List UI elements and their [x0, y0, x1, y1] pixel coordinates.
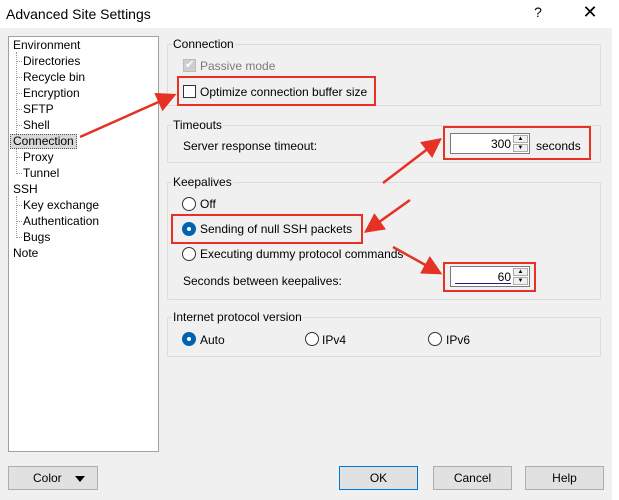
tree-line — [16, 148, 17, 172]
chevron-down-icon — [75, 476, 85, 482]
tree-item-encryption[interactable]: Encryption — [21, 86, 82, 101]
tree-item-environment[interactable]: Environment — [11, 38, 82, 53]
window-title: Advanced Site Settings — [6, 6, 151, 22]
focus-underline — [455, 283, 511, 284]
close-icon[interactable]: ✕ — [578, 2, 602, 24]
ip-v6-radio[interactable] — [428, 332, 442, 346]
ip-v4-label[interactable]: IPv4 — [322, 333, 346, 347]
ip-version-group-title: Internet protocol version — [172, 310, 303, 324]
passive-mode-checkbox[interactable] — [183, 58, 196, 72]
color-button-label: Color — [33, 471, 62, 485]
spin-buttons: ▲ ▼ — [513, 268, 528, 285]
keepalive-off-radio[interactable] — [182, 197, 196, 211]
help-button[interactable]: Help — [525, 466, 604, 490]
spin-down-icon[interactable]: ▼ — [513, 144, 528, 152]
ip-v4-radio[interactable] — [305, 332, 319, 346]
keepalive-interval-stepper[interactable]: 60 ▲ ▼ — [450, 266, 530, 287]
keepalive-interval-label: Seconds between keepalives: — [183, 274, 342, 288]
tree-item-authentication[interactable]: Authentication — [21, 214, 101, 229]
tree-item-bugs[interactable]: Bugs — [21, 230, 52, 245]
cancel-button[interactable]: Cancel — [433, 466, 512, 490]
tree-line — [16, 52, 17, 140]
ip-auto-radio[interactable] — [182, 332, 196, 346]
tree-item-ssh[interactable]: SSH — [11, 182, 40, 197]
tree-item-note[interactable]: Note — [11, 246, 40, 261]
ok-button[interactable]: OK — [339, 466, 418, 490]
tree-item-sftp[interactable]: SFTP — [21, 102, 56, 117]
tree-item-shell[interactable]: Shell — [21, 118, 52, 133]
spin-down-icon[interactable]: ▼ — [513, 277, 528, 285]
tree-item-directories[interactable]: Directories — [21, 54, 82, 69]
seconds-unit-label: seconds — [536, 139, 581, 153]
timeouts-group-title: Timeouts — [172, 118, 223, 132]
keepalive-interval-value: 60 — [497, 270, 511, 284]
help-icon[interactable]: ? — [528, 4, 548, 24]
tree-item-key-exchange[interactable]: Key exchange — [21, 198, 101, 213]
keepalive-null-packets-radio[interactable] — [182, 222, 196, 236]
tree-item-connection[interactable]: Connection — [10, 134, 77, 149]
spin-up-icon[interactable]: ▲ — [513, 268, 528, 276]
title-bar: Advanced Site Settings ? ✕ — [0, 0, 619, 28]
ip-v6-label[interactable]: IPv6 — [446, 333, 470, 347]
tree-item-recycle-bin[interactable]: Recycle bin — [21, 70, 87, 85]
optimize-buffer-checkbox[interactable] — [183, 85, 196, 98]
keepalive-off-label[interactable]: Off — [200, 197, 216, 211]
tree-item-proxy[interactable]: Proxy — [21, 150, 56, 165]
server-timeout-stepper[interactable]: 300 ▲ ▼ — [450, 133, 530, 154]
keepalive-dummy-commands-label[interactable]: Executing dummy protocol commands — [200, 247, 403, 261]
connection-group-title: Connection — [172, 37, 235, 51]
ip-auto-label[interactable]: Auto — [200, 333, 225, 347]
settings-tree[interactable]: Environment Directories Recycle bin Encr… — [8, 36, 159, 452]
color-dropdown-button[interactable]: Color — [8, 466, 98, 490]
spin-up-icon[interactable]: ▲ — [513, 135, 528, 143]
keepalive-null-packets-label[interactable]: Sending of null SSH packets — [200, 222, 352, 236]
passive-mode-label: Passive mode — [200, 59, 276, 73]
keepalives-group-title: Keepalives — [172, 175, 233, 189]
spin-buttons: ▲ ▼ — [513, 135, 528, 152]
optimize-buffer-label[interactable]: Optimize connection buffer size — [200, 85, 367, 99]
tree-line — [16, 196, 17, 236]
tree-item-tunnel[interactable]: Tunnel — [21, 166, 61, 181]
server-timeout-value: 300 — [490, 137, 511, 151]
server-timeout-label: Server response timeout: — [183, 139, 318, 153]
keepalive-dummy-commands-radio[interactable] — [182, 247, 196, 261]
